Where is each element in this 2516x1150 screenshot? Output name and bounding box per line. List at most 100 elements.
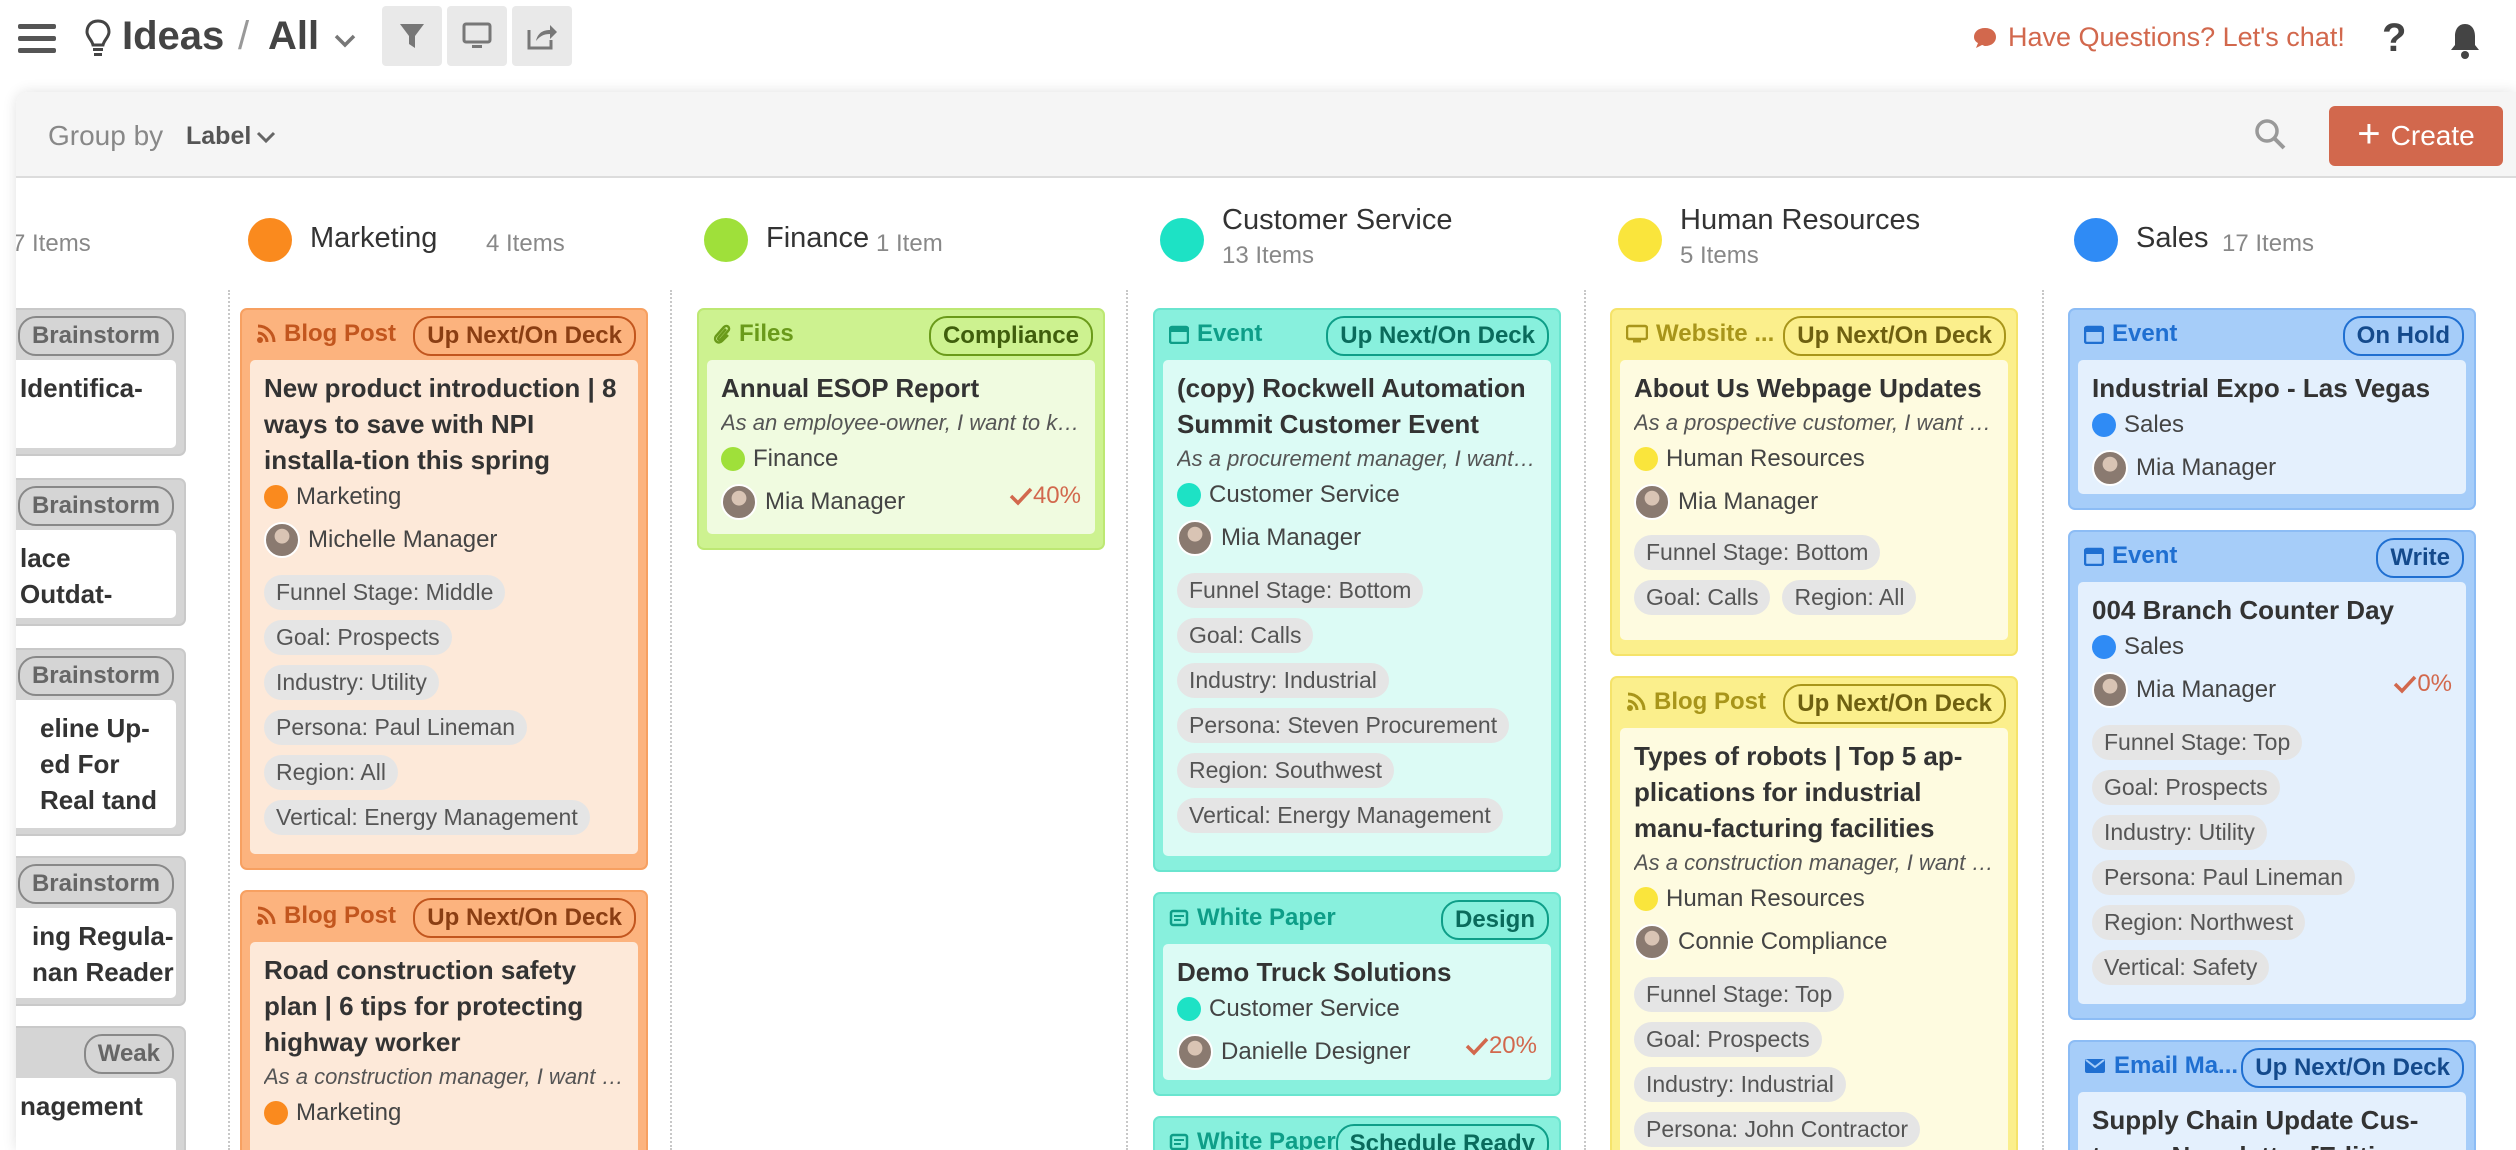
card-title: Road construction safety plan | 6 tips f…: [264, 955, 584, 1057]
checkmark-icon: [2394, 675, 2417, 694]
card-owner: Mia Manager: [2092, 444, 2452, 492]
search-icon[interactable]: [2252, 116, 2288, 152]
plus-icon: +: [2357, 112, 2381, 156]
card-type: Event: [1169, 320, 1262, 348]
idea-card[interactable]: Blog Post Up Next/On Deck New product in…: [240, 308, 648, 870]
card-label: Sales: [2092, 406, 2452, 444]
card-label: Marketing: [264, 1094, 624, 1132]
idea-card[interactable]: Blog Post Up Next/On Deck Road construct…: [240, 890, 648, 1150]
present-button[interactable]: [447, 6, 507, 66]
status-badge: Up Next/On Deck: [1326, 316, 1549, 356]
avatar: [2092, 450, 2128, 486]
card-type: Files: [713, 320, 794, 348]
column-title: Marketing: [310, 222, 438, 254]
tag: Vertical: Energy Management: [1177, 798, 1503, 833]
bell-icon[interactable]: [2448, 20, 2482, 60]
tag: Funnel Stage: Middle: [264, 575, 506, 610]
card-label: Sales: [2092, 628, 2452, 666]
column-header-human-resources: Human Resources 5 Items: [1618, 180, 2038, 290]
card-title: New product introduction | 8 ways to sav…: [264, 373, 617, 475]
idea-card[interactable]: Email Ma... Up Next/On Deck Supply Chain…: [2068, 1040, 2476, 1150]
tag: Vertical: Energy Management: [264, 800, 590, 835]
idea-card[interactable]: White Paper Design Demo Truck Solutions …: [1153, 892, 1561, 1096]
tag: Region: All: [264, 755, 398, 790]
tag: Persona: Paul Lineman: [2092, 860, 2356, 895]
tag: Industry: Utility: [264, 665, 439, 700]
card-type: Event: [2084, 320, 2177, 348]
chat-link[interactable]: Have Questions? Let's chat!: [1972, 22, 2345, 53]
idea-card[interactable]: Files Compliance Annual ESOP Report As a…: [697, 308, 1105, 550]
tag: Persona: John Contractor: [1634, 1112, 1921, 1147]
status-badge: Brainstorm: [17, 486, 174, 526]
card-type: Event: [2084, 542, 2177, 570]
card-type: White Paper: [1169, 1128, 1336, 1150]
card-title: Industrial Expo - Las Vegas: [2092, 373, 2431, 403]
card-type: White Paper: [1169, 904, 1336, 932]
avatar: [1177, 520, 1213, 556]
status-badge: Brainstorm: [17, 864, 174, 904]
status-badge: On Hold: [2342, 316, 2464, 356]
column-header-sales: Sales 17 Items: [2074, 180, 2494, 290]
hamburger-menu-icon[interactable]: [18, 24, 56, 56]
idea-card[interactable]: Brainstorm lace Outdat-: [16, 478, 186, 626]
tag-list: Funnel Stage: Top Goal: Prospects Indust…: [2092, 714, 2452, 990]
filter-icon: [400, 24, 424, 48]
board-panel: Group by Label + Create 7 Items Brainsto…: [16, 92, 2516, 1150]
label-color-dot: [2074, 218, 2118, 262]
card-owner: Mia Manager 0%: [2092, 666, 2452, 714]
group-by-label: Group by: [48, 120, 164, 151]
tag: Funnel Stage: Bottom: [1634, 535, 1881, 570]
help-icon[interactable]: ?: [2382, 16, 2406, 61]
breadcrumb-ideas[interactable]: Ideas: [122, 14, 224, 59]
column-count: 5 Items: [1680, 242, 1759, 269]
column-count: 13 Items: [1222, 242, 1315, 269]
column-header-customer-service: Customer Service 13 Items: [1160, 180, 1580, 290]
share-button[interactable]: [512, 6, 572, 66]
idea-card[interactable]: Blog Post Up Next/On Deck Types of robot…: [1610, 676, 2018, 1150]
card-description: As a construction manager, I want to ens…: [264, 1064, 624, 1089]
idea-card[interactable]: Website ... Up Next/On Deck About Us Web…: [1610, 308, 2018, 656]
group-by-select[interactable]: Label: [186, 122, 277, 151]
card-title: (copy) Rockwell Automation Summit Custom…: [1177, 373, 1526, 439]
document-icon: [1169, 1133, 1189, 1150]
idea-card[interactable]: Brainstorm ing Regula- nan Reader: [16, 856, 186, 1006]
card-type: Website ...: [1626, 320, 1774, 348]
tag: Region: Southwest: [1177, 753, 1395, 788]
column-divider: [228, 290, 230, 1150]
tag: Funnel Stage: Top: [2092, 725, 2303, 760]
idea-card[interactable]: Event On Hold Industrial Expo - Las Vega…: [2068, 308, 2476, 510]
filter-button[interactable]: [382, 6, 442, 66]
idea-card[interactable]: Event Up Next/On Deck (copy) Rockwell Au…: [1153, 308, 1561, 872]
idea-card[interactable]: Brainstorm eline Up- ed For Real tand: [16, 648, 186, 836]
idea-card[interactable]: White Paper Schedule Ready: [1153, 1116, 1561, 1150]
card-description: As a procurement manager, I want to atte…: [1177, 446, 1537, 471]
tag-list: Funnel Stage: Top Goal: Prospects Indust…: [1634, 966, 1994, 1150]
status-badge: Up Next/On Deck: [1783, 684, 2006, 724]
group-by-value: Label: [186, 122, 252, 150]
chevron-down-icon[interactable]: [333, 28, 357, 52]
status-badge: Design: [1440, 900, 1549, 940]
idea-card[interactable]: Brainstorm Identifica-: [16, 308, 186, 456]
card-label: Customer Service: [1177, 990, 1537, 1028]
status-badge: Brainstorm: [17, 656, 174, 696]
card-owner: Danielle Designer 20%: [1177, 1028, 1537, 1076]
card-description: As a prospective customer, I want to lea…: [1634, 410, 1994, 435]
card-owner: Mia Manager: [1177, 514, 1537, 562]
label-color-dot: [1160, 218, 1204, 262]
tag: Industry: Utility: [2092, 815, 2267, 850]
breadcrumb-all[interactable]: All: [268, 14, 319, 59]
tag-list: Funnel Stage: Middle Goal: Prospects Ind…: [264, 564, 624, 840]
card-title: Supply Chain Update Cus-tomer Newsletter…: [2092, 1105, 2419, 1150]
create-button[interactable]: + Create: [2329, 106, 2503, 166]
status-badge: Up Next/On Deck: [413, 316, 636, 356]
idea-card[interactable]: Weak nagement: [16, 1026, 186, 1150]
card-label: Human Resources: [1634, 880, 1994, 918]
tag: Goal: Calls: [1634, 580, 1771, 615]
card-owner: Mia Manager 40%: [721, 478, 1081, 526]
status-badge: Up Next/On Deck: [1783, 316, 2006, 356]
paperclip-icon: [713, 324, 731, 344]
idea-card[interactable]: Event Write 004 Branch Counter Day Sales…: [2068, 530, 2476, 1020]
calendar-icon: [2084, 547, 2104, 566]
tag: Goal: Prospects: [2092, 770, 2280, 805]
chevron-down-icon: [257, 131, 276, 143]
